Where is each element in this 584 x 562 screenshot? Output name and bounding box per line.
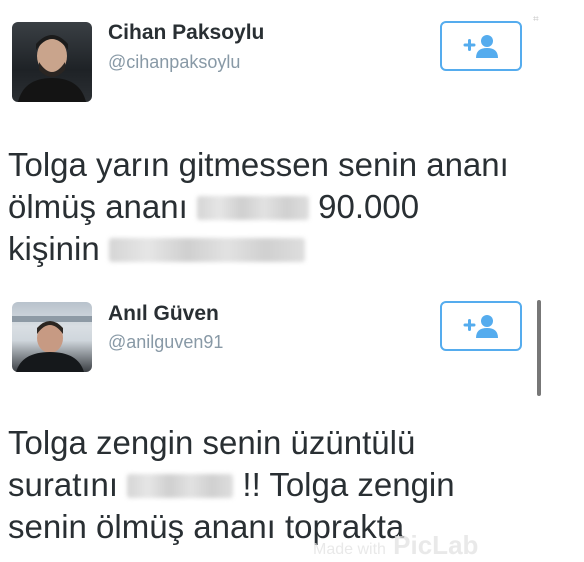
follow-button[interactable]: [440, 301, 522, 351]
tweet-text-fragment: 90.000: [318, 188, 420, 225]
tweet-text-line: suratını !! Tolga zengin: [8, 464, 568, 506]
tweet-text-line: Tolga yarın gitmessen senin ananı: [8, 146, 509, 183]
tweet-text: Tolga yarın gitmessen senin ananı ölmüş …: [8, 144, 568, 270]
censored-text: [196, 196, 309, 220]
user-handle[interactable]: @anilguven91: [108, 332, 223, 353]
tweet-text-line: Tolga zengin senin üzüntülü: [8, 424, 416, 461]
follow-button[interactable]: [440, 21, 522, 71]
avatar[interactable]: [12, 302, 92, 372]
scrollbar[interactable]: [537, 300, 541, 396]
tweet-card: Cihan Paksoylu @cihanpaksoylu Tolga yarı…: [0, 0, 584, 290]
tweet-text-fragment: suratını: [8, 466, 119, 503]
add-user-icon: [463, 35, 498, 58]
tweet-text-fragment: kişinin: [8, 230, 100, 267]
tweet-text-line: ölmüş ananı 90.000: [8, 186, 568, 228]
tweet-card: Anıl Güven @anilguven91 Tolga zengin sen…: [0, 290, 584, 562]
corner-mark-icon: ⌗: [533, 14, 539, 25]
watermark-brand: PicLab: [393, 530, 479, 560]
avatar[interactable]: [12, 22, 92, 102]
user-photo-avatar-icon: [12, 316, 92, 372]
watermark-prefix: Made with: [313, 541, 386, 558]
censored-text: [127, 474, 234, 498]
censored-text: [108, 238, 305, 262]
display-name[interactable]: Anıl Güven: [108, 302, 219, 326]
user-photo-avatar-icon: [18, 35, 86, 102]
add-user-icon: [463, 315, 498, 338]
tweet-text: Tolga zengin senin üzüntülü suratını !! …: [8, 422, 568, 548]
watermark: Made with PicLab: [313, 530, 478, 561]
tweet-text-line: senin ölmüş ananı toprakta: [8, 508, 405, 545]
user-handle[interactable]: @cihanpaksoylu: [108, 52, 240, 73]
tweet-text-fragment: !! Tolga zengin: [242, 466, 455, 503]
tweet-text-fragment: ölmüş ananı: [8, 188, 188, 225]
tweet-text-line: kişinin: [8, 228, 568, 270]
display-name[interactable]: Cihan Paksoylu: [108, 21, 264, 45]
